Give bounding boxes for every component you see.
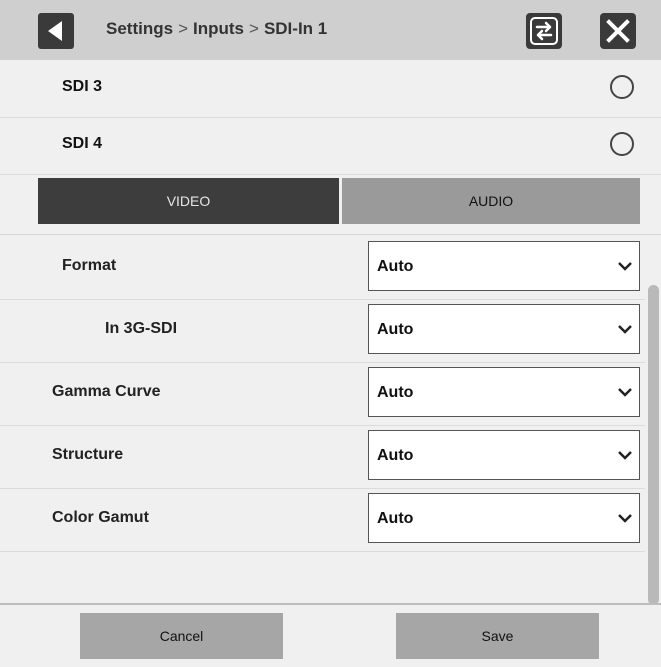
select-value: Auto [377,321,414,338]
tab-video[interactable]: VIDEO [38,178,339,224]
structure-select[interactable]: Auto [368,430,640,480]
breadcrumb-current: SDI-In 1 [263,19,328,38]
sdi3-radio[interactable] [610,75,634,99]
tab-bar: VIDEO AUDIO [38,178,640,224]
scrollbar[interactable] [648,285,659,605]
footer-divider [0,603,661,605]
setting-row-color-gamut: Color Gamut Auto [0,487,645,552]
setting-label: Structure [52,446,124,463]
settings-window: Settings > Inputs > SDI-In 1 SDI 3 SDI 4 VID… [0,0,661,667]
save-button[interactable]: Save [396,613,599,659]
setting-row-format: Format Auto [0,235,645,300]
header-bar: Settings > Inputs > SDI-In 1 [0,0,661,60]
chevron-down-icon [618,388,632,397]
back-button[interactable] [38,13,74,49]
cancel-button[interactable]: Cancel [80,613,283,659]
back-triangle-icon [48,21,62,41]
close-x-icon [606,19,630,43]
select-value: Auto [377,258,414,275]
chevron-down-icon [618,514,632,523]
sdi-label: SDI 4 [62,135,103,152]
breadcrumb-inputs[interactable]: Inputs [193,19,244,38]
sdi-row-sdi4[interactable]: SDI 4 [0,117,661,175]
swap-button[interactable] [526,13,562,49]
chevron-down-icon [618,325,632,334]
setting-row-gamma-curve: Gamma Curve Auto [0,361,645,426]
setting-label: Color Gamut [52,509,149,526]
sdi4-radio[interactable] [610,132,634,156]
setting-label: Gamma Curve [52,383,161,400]
setting-label: Format [62,257,117,274]
setting-row-structure: Structure Auto [0,424,645,489]
close-button[interactable] [600,13,636,49]
format-select[interactable]: Auto [368,241,640,291]
select-value: Auto [377,384,414,401]
breadcrumb-separator: > [249,19,259,38]
sdi-label: SDI 3 [62,78,103,95]
chevron-down-icon [618,262,632,271]
tab-audio[interactable]: AUDIO [342,178,640,224]
in-3g-sdi-select[interactable]: Auto [368,304,640,354]
breadcrumb-separator: > [178,19,188,38]
select-value: Auto [377,447,414,464]
sdi-row-sdi3[interactable]: SDI 3 [0,60,661,118]
select-value: Auto [377,510,414,527]
color-gamut-select[interactable]: Auto [368,493,640,543]
breadcrumb-settings[interactable]: Settings [106,19,173,38]
breadcrumb: Settings > Inputs > SDI-In 1 [106,19,327,39]
swap-arrows-icon [530,17,558,45]
chevron-down-icon [618,451,632,460]
setting-row-in-3g-sdi: In 3G-SDI Auto [0,298,645,363]
gamma-curve-select[interactable]: Auto [368,367,640,417]
setting-label: In 3G-SDI [105,320,178,337]
